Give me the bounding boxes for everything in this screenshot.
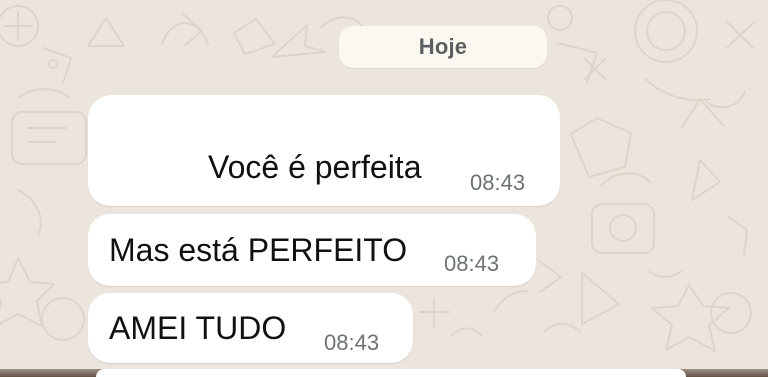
message-time: 08:43 [444,251,500,276]
date-chip: Hoje [339,26,547,68]
message-bubble[interactable]: Mas está PERFEITO 08:43 [88,214,536,286]
message-time: 08:43 [324,330,380,355]
message-bubble[interactable]: Você é perfeita 08:43 [88,95,560,206]
next-message-bubble-partial[interactable] [96,369,686,377]
message-bubble[interactable]: AMEI TUDO 08:43 [88,293,413,363]
message-time: 08:43 [470,170,526,195]
date-label: Hoje [418,34,468,59]
message-text: Mas está PERFEITO [109,232,408,268]
message-text: Você é perfeita [208,149,422,185]
message-text: AMEI TUDO [109,310,287,346]
